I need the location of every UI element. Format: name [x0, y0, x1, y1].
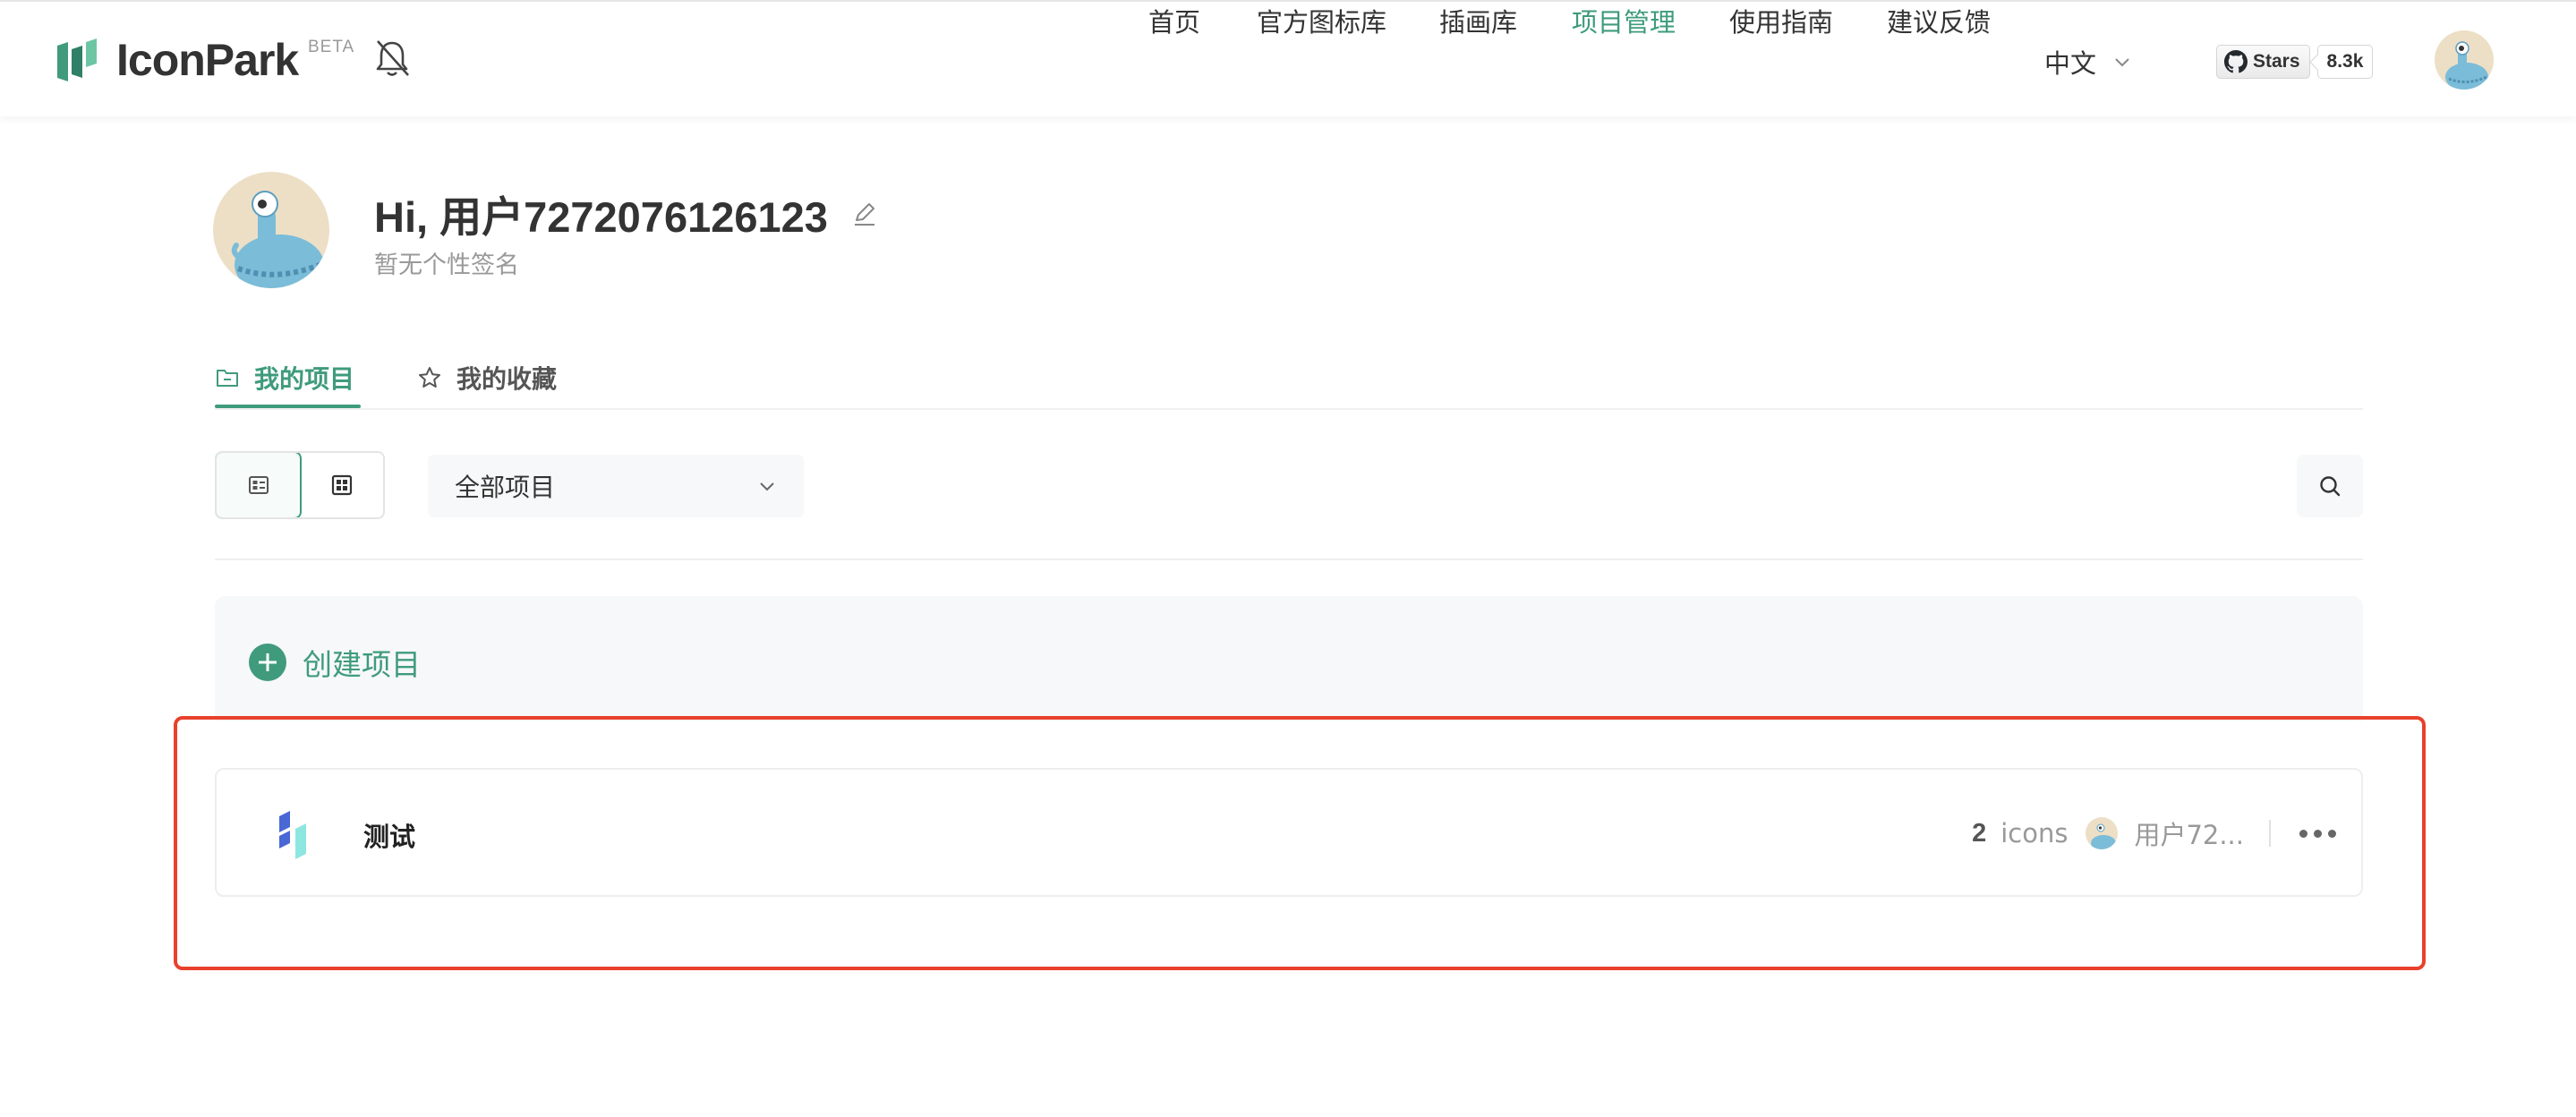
github-icon — [2224, 50, 2248, 73]
github-stars-label: Stars — [2253, 51, 2300, 72]
chevron-down-icon — [760, 482, 774, 491]
profile-greeting: Hi, 用户7272076126123 — [374, 183, 878, 244]
grid-view-icon — [331, 474, 352, 496]
nav-project-management[interactable]: 项目管理 — [1572, 2, 1676, 39]
active-tab-indicator — [215, 405, 361, 408]
star-icon — [419, 367, 440, 388]
notification-off-icon[interactable] — [372, 38, 412, 79]
greeting-text: Hi, 用户7272076126123 — [374, 193, 828, 241]
avatar-illustration — [213, 172, 329, 288]
avatar-illustration — [2086, 817, 2119, 849]
top-header: IconPark BETA 首页 官方图标库 插画库 项目管理 使用指南 建议反… — [0, 0, 2576, 116]
create-project-card: 创建项目 — [215, 596, 2363, 721]
project-icon-count: 2 — [1972, 818, 1987, 848]
project-meta: 2 icons 用户72... — [1972, 814, 2336, 852]
plus-icon — [249, 644, 286, 681]
nav-home[interactable]: 首页 — [1148, 2, 1200, 39]
project-filter-select[interactable]: 全部项目 — [428, 455, 804, 517]
list-view-icon — [248, 476, 269, 494]
edit-icon[interactable] — [851, 200, 878, 227]
github-stars-widget[interactable]: Stars 8.3k — [2216, 45, 2374, 79]
owner-avatar — [2086, 817, 2119, 849]
profile-tabs: 我的项目 我的收藏 — [215, 354, 2363, 410]
view-mode-toggle — [215, 451, 385, 519]
nav-illustrations[interactable]: 插画库 — [1439, 2, 1517, 39]
toolbar-divider — [215, 558, 2363, 560]
iconpark-logo[interactable]: IconPark — [55, 34, 299, 86]
tab-my-projects[interactable]: 我的项目 — [215, 360, 354, 396]
tab-label: 我的项目 — [254, 364, 355, 394]
logo-text: IconPark — [116, 35, 299, 85]
project-name: 测试 — [363, 822, 416, 852]
github-stars-count[interactable]: 8.3k — [2316, 45, 2374, 79]
tab-label: 我的收藏 — [456, 364, 558, 394]
create-project-label: 创建项目 — [303, 647, 421, 682]
project-icon-word: icons — [2000, 818, 2068, 848]
more-options-icon[interactable] — [2299, 824, 2336, 843]
meta-divider — [2269, 820, 2271, 847]
nav-feedback[interactable]: 建议反馈 — [1887, 2, 1991, 39]
project-row[interactable]: 测试 2 icons 用户72... — [215, 768, 2363, 897]
nav-guide[interactable]: 使用指南 — [1729, 2, 1833, 39]
avatar-illustration — [2435, 30, 2494, 90]
profile-signature: 暂无个性签名 — [374, 252, 519, 279]
language-label: 中文 — [2044, 48, 2097, 79]
search-button[interactable] — [2297, 455, 2363, 517]
beta-badge: BETA — [308, 38, 355, 56]
language-selector[interactable]: 中文 — [2044, 43, 2132, 81]
list-view-button[interactable] — [217, 453, 302, 517]
folder-icon — [217, 370, 238, 387]
nav-official-icons[interactable]: 官方图标库 — [1257, 2, 1386, 39]
user-avatar[interactable] — [2435, 30, 2494, 90]
profile-avatar[interactable] — [213, 172, 329, 288]
tab-my-favorites[interactable]: 我的收藏 — [417, 360, 557, 396]
project-owner: 用户72... — [2134, 820, 2244, 850]
github-stars-button[interactable]: Stars — [2216, 45, 2310, 79]
search-icon — [2320, 476, 2341, 497]
chevron-down-icon — [2115, 58, 2129, 67]
create-project-button[interactable]: 创建项目 — [249, 641, 421, 684]
project-logo-icon — [279, 811, 306, 859]
grid-view-button[interactable] — [300, 453, 383, 517]
iconpark-logo-icon — [57, 38, 97, 81]
project-filter-value: 全部项目 — [455, 473, 556, 502]
